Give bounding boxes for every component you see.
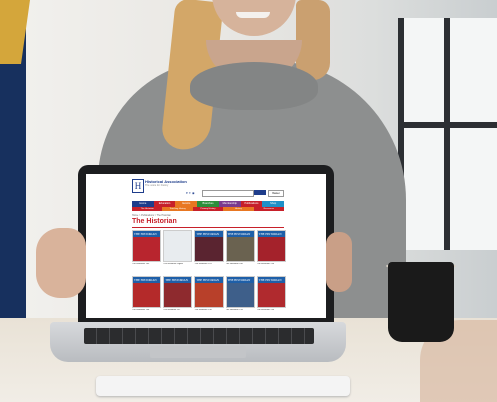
magazine-caption[interactable]: The Historian 135: [226, 309, 253, 311]
cover-masthead: THE HISTORIAN: [164, 277, 192, 283]
tagline: The voice for history: [145, 184, 169, 187]
magazine-caption[interactable]: The Historian 138: [132, 309, 159, 311]
subnav-item[interactable]: The Historian: [132, 207, 163, 211]
magazine-caption[interactable]: The Historian 134: [257, 309, 284, 311]
subnav-item[interactable]: History: [223, 207, 254, 211]
page-title: The Historian: [132, 218, 177, 225]
breadcrumb: Home > Publications > The Historian: [132, 214, 171, 217]
person-smile: [236, 12, 270, 18]
cover-masthead: [164, 231, 191, 237]
magazine-caption[interactable]: The Historian 140: [226, 263, 253, 265]
magazine-caption[interactable]: The Historian 139: [257, 263, 284, 265]
sub-nav: The Historian Teaching History Primary His…: [132, 207, 285, 211]
magazine-item[interactable]: THE HISTORIAN The Historian 140: [225, 230, 255, 270]
magazine-cover[interactable]: THE HISTORIAN: [163, 276, 193, 308]
magazine-caption[interactable]: The Historian 137: [163, 309, 190, 311]
subnav-item[interactable]: Primary History: [192, 207, 224, 211]
cover-masthead: THE HISTORIAN: [195, 277, 223, 283]
title-rule: [132, 227, 284, 228]
magazine-cover[interactable]: THE HISTORIAN: [225, 230, 255, 262]
wireless-keyboard: [96, 376, 350, 396]
magazine-cover[interactable]: THE HISTORIAN: [194, 230, 224, 262]
magazine-item[interactable]: The Historian Digital: [163, 230, 193, 270]
cover-masthead: THE HISTORIAN: [226, 277, 254, 283]
magazine-item[interactable]: THE HISTORIAN The Historian 135: [225, 276, 255, 316]
magazine-item[interactable]: THE HISTORIAN The Historian 134: [256, 276, 286, 316]
magazine-item[interactable]: THE HISTORIAN The Historian 143: [132, 230, 162, 270]
magazine-caption[interactable]: The Historian 136: [194, 309, 221, 311]
cover-masthead: THE HISTORIAN: [226, 231, 254, 237]
magazine-item[interactable]: THE HISTORIAN The Historian 138: [132, 276, 162, 316]
cover-masthead: THE HISTORIAN: [257, 231, 285, 237]
window: [398, 18, 497, 250]
magazine-item[interactable]: THE HISTORIAN The Historian 136: [194, 276, 224, 316]
ha-logo[interactable]: H: [132, 179, 144, 193]
laptop-keyboard: [84, 328, 314, 344]
subnav-item[interactable]: Resources: [253, 207, 285, 211]
right-hand: [326, 232, 352, 292]
magazine-item[interactable]: THE HISTORIAN The Historian 141: [194, 230, 224, 270]
coffee-cup: [388, 262, 454, 342]
subnav-item[interactable]: Teaching History: [162, 207, 193, 211]
search-input[interactable]: [202, 190, 254, 197]
photo-scene: H Historical Association The voice for h…: [0, 0, 497, 402]
sweater-collar: [190, 62, 318, 110]
social-icons[interactable]: ♥ ✦ ◉: [186, 191, 195, 195]
search-button[interactable]: [254, 190, 266, 195]
magazine-cover[interactable]: THE HISTORIAN: [132, 230, 162, 262]
magazine-cover[interactable]: THE HISTORIAN: [256, 276, 286, 308]
cover-masthead: THE HISTORIAN: [195, 231, 223, 237]
magazine-cover[interactable]: THE HISTORIAN: [132, 276, 162, 308]
magazine-item[interactable]: THE HISTORIAN The Historian 137: [163, 276, 193, 316]
magazine-item[interactable]: THE HISTORIAN The Historian 139: [256, 230, 286, 270]
magazine-cover[interactable]: THE HISTORIAN: [225, 276, 255, 308]
basket-button[interactable]: Basket: [268, 190, 284, 197]
magazine-cover[interactable]: THE HISTORIAN: [194, 276, 224, 308]
magazine-caption[interactable]: The Historian 141: [194, 263, 221, 265]
cover-masthead: THE HISTORIAN: [257, 277, 285, 283]
cover-masthead: THE HISTORIAN: [133, 277, 161, 283]
laptop-screen: H Historical Association The voice for h…: [86, 174, 326, 318]
trackpad: [150, 346, 246, 358]
magazine-caption[interactable]: The Historian Digital: [163, 263, 190, 265]
magazine-cover[interactable]: [163, 230, 193, 262]
magazine-caption[interactable]: The Historian 143: [132, 263, 159, 265]
left-hand: [36, 228, 86, 298]
magazine-grid: THE HISTORIAN The Historian 143 The Histor…: [132, 230, 286, 316]
cover-masthead: THE HISTORIAN: [133, 231, 161, 237]
magazine-cover[interactable]: THE HISTORIAN: [256, 230, 286, 262]
website: H Historical Association The voice for h…: [86, 174, 326, 318]
